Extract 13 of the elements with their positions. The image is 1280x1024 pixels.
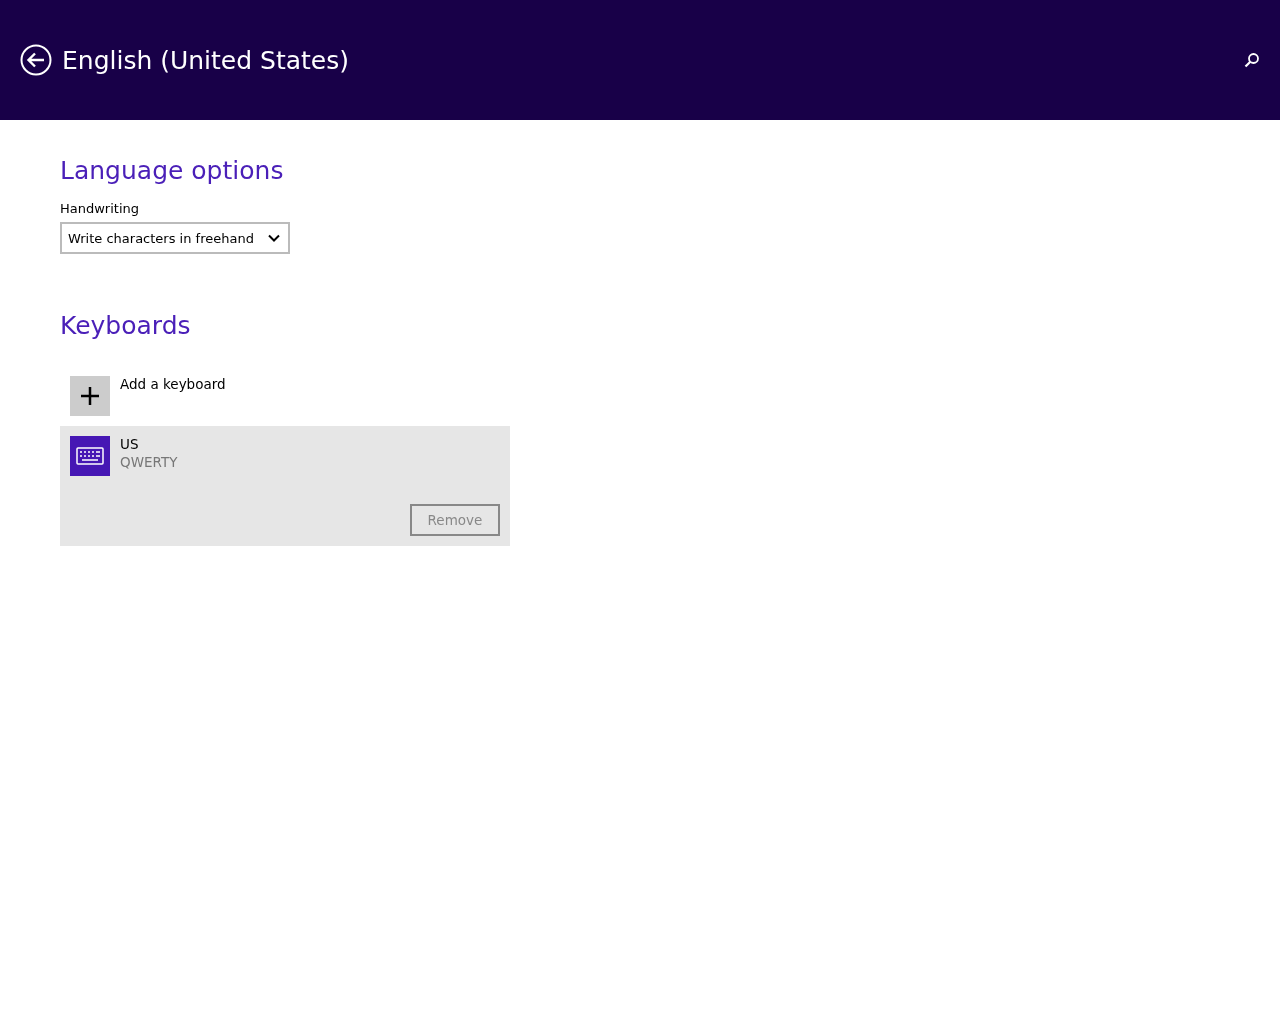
handwriting-dropdown[interactable]: Write characters in freehand (60, 222, 290, 254)
search-icon[interactable] (1244, 52, 1260, 68)
plus-icon (70, 376, 110, 416)
page-title: English (United States) (62, 45, 350, 75)
field-label: Handwriting (60, 201, 141, 216)
keyboard-icon (70, 436, 110, 476)
keyboard-name: US (120, 436, 140, 452)
add-keyboard-button[interactable]: Add a keyboard (60, 366, 510, 426)
section-heading: Language options (60, 155, 285, 187)
back-icon[interactable] (20, 44, 52, 76)
chevron-icon (268, 234, 280, 242)
keyboard-layout: QWERTY (120, 454, 178, 470)
section-heading: Keyboards (60, 310, 192, 342)
